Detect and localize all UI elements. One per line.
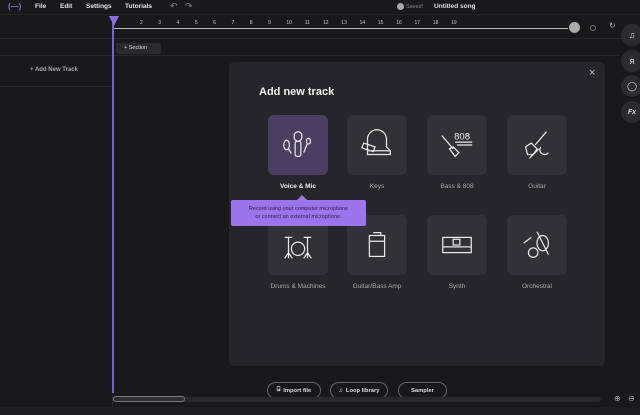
record-settings-icon[interactable] (590, 25, 596, 31)
ruler-tick: 11 (304, 20, 310, 26)
scrollbar-thumb[interactable] (113, 396, 185, 402)
playhead[interactable] (112, 16, 114, 393)
chat-button[interactable]: ◯ (621, 75, 640, 97)
track-voice-mic[interactable] (268, 115, 328, 175)
ruler-tick: 2 (140, 20, 143, 26)
track-label: Orchestral (522, 283, 552, 290)
tooltip-line: Record using your computer microphone (248, 206, 349, 212)
track-panel: + Add New Track (0, 16, 113, 415)
track-keys[interactable] (347, 115, 407, 175)
bottom-toolbar (0, 407, 640, 415)
ruler-tick: 5 (194, 20, 198, 26)
ruler-tick: 3 (158, 20, 162, 26)
track-orchestral[interactable] (507, 215, 567, 275)
import-label: Import file (283, 387, 312, 394)
track-label: Synth (448, 283, 466, 290)
metronome-icon[interactable] (569, 22, 580, 33)
music-note-icon: ♫ (628, 30, 636, 40)
ruler-line (113, 28, 568, 29)
song-title[interactable]: Untitled song (434, 3, 476, 10)
track-synth[interactable] (427, 215, 487, 275)
ruler-tick: 12 (323, 20, 329, 26)
amplifier-icon (368, 232, 386, 258)
synthesizer-icon (442, 236, 472, 254)
ruler-tick: 18 (432, 20, 439, 26)
logo-icon[interactable]: (—) (8, 2, 21, 11)
ruler-tick: 16 (396, 20, 402, 26)
zoom-in-icon[interactable]: ⊕ (614, 394, 621, 403)
track-label: Voice & Mic (279, 183, 316, 190)
undo-icon[interactable]: ↶ (170, 1, 178, 12)
ruler-tick: 8 (249, 20, 253, 26)
track-label: Keys (369, 183, 385, 190)
divider (0, 55, 620, 56)
add-section-button[interactable]: + Section (116, 43, 161, 54)
instrument-panel-button[interactable]: ♫ (621, 24, 640, 46)
ruler-tick: 13 (341, 20, 347, 26)
fx-icon: Fx (627, 108, 637, 116)
people-icon: ᴙ (629, 56, 635, 66)
modal-title: Add new track (259, 86, 335, 98)
ruler-tick: 15 (377, 20, 384, 26)
violin-icon (523, 231, 550, 258)
redo-icon[interactable]: ↷ (185, 1, 193, 12)
ruler-tick: 4 (176, 20, 180, 26)
track-bass-808[interactable]: 808 (427, 115, 487, 175)
close-icon[interactable]: × (589, 67, 595, 79)
loop-icon[interactable]: ↻ (609, 21, 616, 30)
import-icon: ⍈ (276, 387, 281, 393)
bass-guitar-icon: 808 (441, 131, 473, 158)
tooltip-line: or connect an external microphone. (255, 214, 342, 220)
divider (0, 86, 113, 87)
microphone-icon (283, 131, 311, 158)
playhead-handle[interactable] (109, 16, 119, 26)
top-bar: (—) File Edit Settings Tutorials ↶ ↷ Sav… (0, 0, 640, 15)
track-label: Guitar/Bass Amp (352, 283, 402, 290)
ruler-tick: 14 (359, 20, 366, 26)
loop-label: Loop library (345, 387, 380, 394)
guitar-icon (524, 131, 549, 159)
ruler-tick: 17 (414, 20, 421, 26)
track-label: Drums & Machines (270, 283, 326, 290)
ruler-tick: 7 (231, 20, 235, 26)
piano-icon (360, 129, 391, 156)
fx-button[interactable]: Fx (621, 101, 640, 123)
track-label: Guitar (528, 183, 546, 190)
menu-file[interactable]: File (35, 3, 46, 10)
drum-kit-icon (284, 236, 312, 259)
track-label: Bass & 808 (440, 183, 474, 190)
voice-mic-tooltip: Record using your computer microphone or… (231, 195, 366, 226)
menu-edit[interactable]: Edit (60, 3, 72, 10)
ruler-tick: 19 (451, 20, 457, 26)
collaborators-button[interactable]: ᴙ (621, 50, 640, 72)
music-note-icon: ♫ (338, 387, 343, 394)
timeline-ruler[interactable]: 2 3 4 5 6 7 8 9 10 11 12 13 14 15 16 17 18 19 (113, 17, 568, 33)
ruler-tick: 6 (213, 20, 216, 26)
menu-tutorials[interactable]: Tutorials (125, 3, 152, 10)
ruler-tick: 10 (286, 20, 292, 26)
zoom-out-icon[interactable]: ⊖ (628, 394, 635, 403)
chat-bubble-icon: ◯ (626, 80, 638, 91)
saved-status: Saved! (406, 4, 424, 10)
divider (0, 38, 640, 39)
808-icon-text: 808 (454, 131, 470, 142)
add-new-track-button[interactable]: + Add New Track (30, 67, 78, 73)
track-guitar[interactable] (507, 115, 567, 175)
saved-check-icon (397, 3, 404, 10)
horizontal-scrollbar[interactable] (113, 397, 601, 402)
menu-settings[interactable]: Settings (86, 3, 112, 10)
ruler-tick: 9 (268, 20, 271, 26)
